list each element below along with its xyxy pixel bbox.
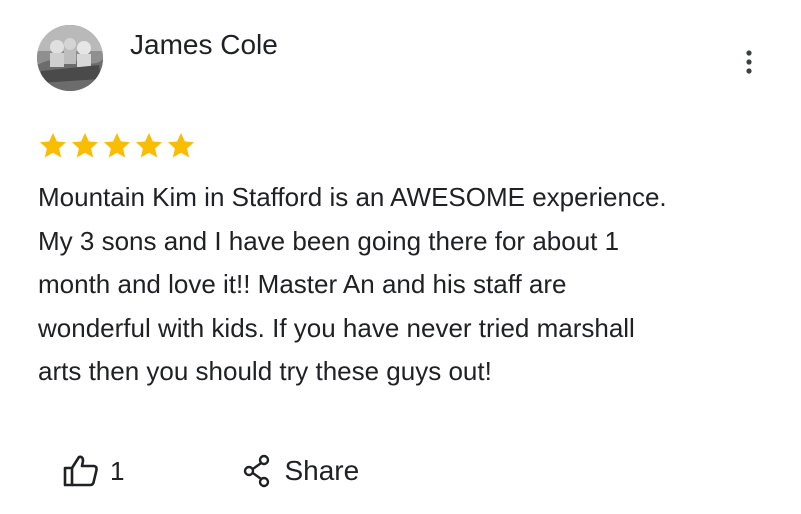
review-text: Mountain Kim in Stafford is an AWESOME e… (38, 182, 667, 386)
star-icon (103, 132, 131, 158)
reviewer-name[interactable]: James Cole (130, 28, 278, 62)
star-rating (37, 130, 197, 162)
like-count: 1 (110, 455, 125, 486)
avatar-photo (37, 25, 103, 91)
like-button[interactable]: 1 (62, 450, 124, 492)
star-icon (135, 132, 163, 158)
avatar[interactable] (37, 25, 103, 91)
star-icon (71, 132, 99, 158)
star-icon (39, 132, 67, 158)
more-vert-icon (746, 50, 752, 74)
more-options-button[interactable] (733, 44, 765, 80)
share-icon (244, 454, 270, 488)
thumb-up-icon (63, 455, 98, 487)
share-button[interactable]: Share (242, 450, 359, 492)
star-icon (167, 132, 195, 158)
share-label: Share (284, 455, 360, 486)
review-actions: 1 Share (62, 450, 359, 492)
review-card: James Cole Mountain Kim in Stafford is a… (0, 0, 801, 514)
